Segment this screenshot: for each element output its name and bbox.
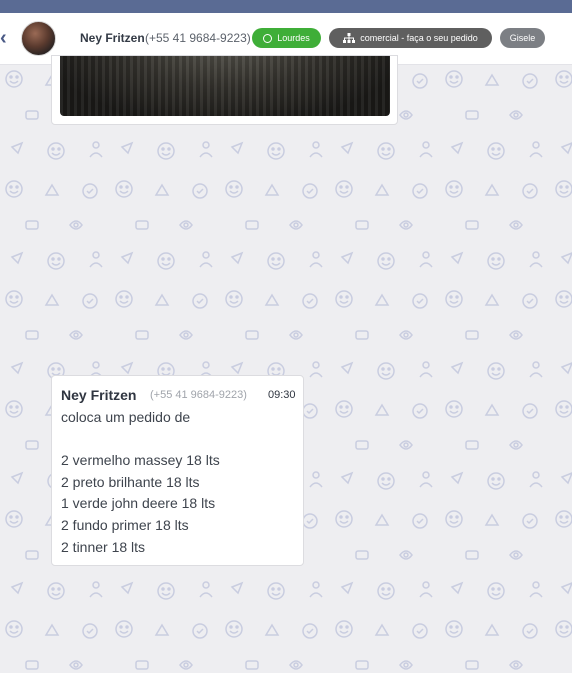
message-bubble: Ney Fritzen (+55 41 9684-9223) 09:30 col…	[51, 375, 304, 566]
tag-label: comercial - faça o seu pedido	[360, 33, 478, 43]
message-sender-phone: (+55 41 9684-9223)	[150, 389, 247, 401]
tag-lourdes-button[interactable]: Lourdes	[252, 28, 321, 48]
contact-name[interactable]: Ney Fritzen	[80, 31, 145, 45]
whatsapp-icon	[263, 33, 273, 43]
tag-label: Gisele	[509, 33, 536, 43]
tag-label: Lourdes	[277, 33, 310, 43]
window-top-bar	[0, 0, 572, 13]
image-message[interactable]	[51, 55, 398, 125]
tag-department-button[interactable]: comercial - faça o seu pedido	[329, 28, 492, 48]
message-photo[interactable]	[60, 56, 390, 116]
message-text: coloca um pedido de 2 vermelho massey 18…	[61, 409, 220, 555]
tag-gisele-button[interactable]: Gisele	[500, 28, 545, 48]
message-time: 09:30	[268, 389, 296, 401]
avatar[interactable]	[21, 21, 56, 56]
sitemap-icon	[343, 33, 356, 43]
chevron-left-icon[interactable]: ‹	[0, 28, 12, 48]
chat-background-pattern	[0, 65, 572, 673]
message-sender-name: Ney Fritzen	[61, 387, 137, 403]
contact-phone: (+55 41 9684-9223)	[145, 31, 251, 45]
